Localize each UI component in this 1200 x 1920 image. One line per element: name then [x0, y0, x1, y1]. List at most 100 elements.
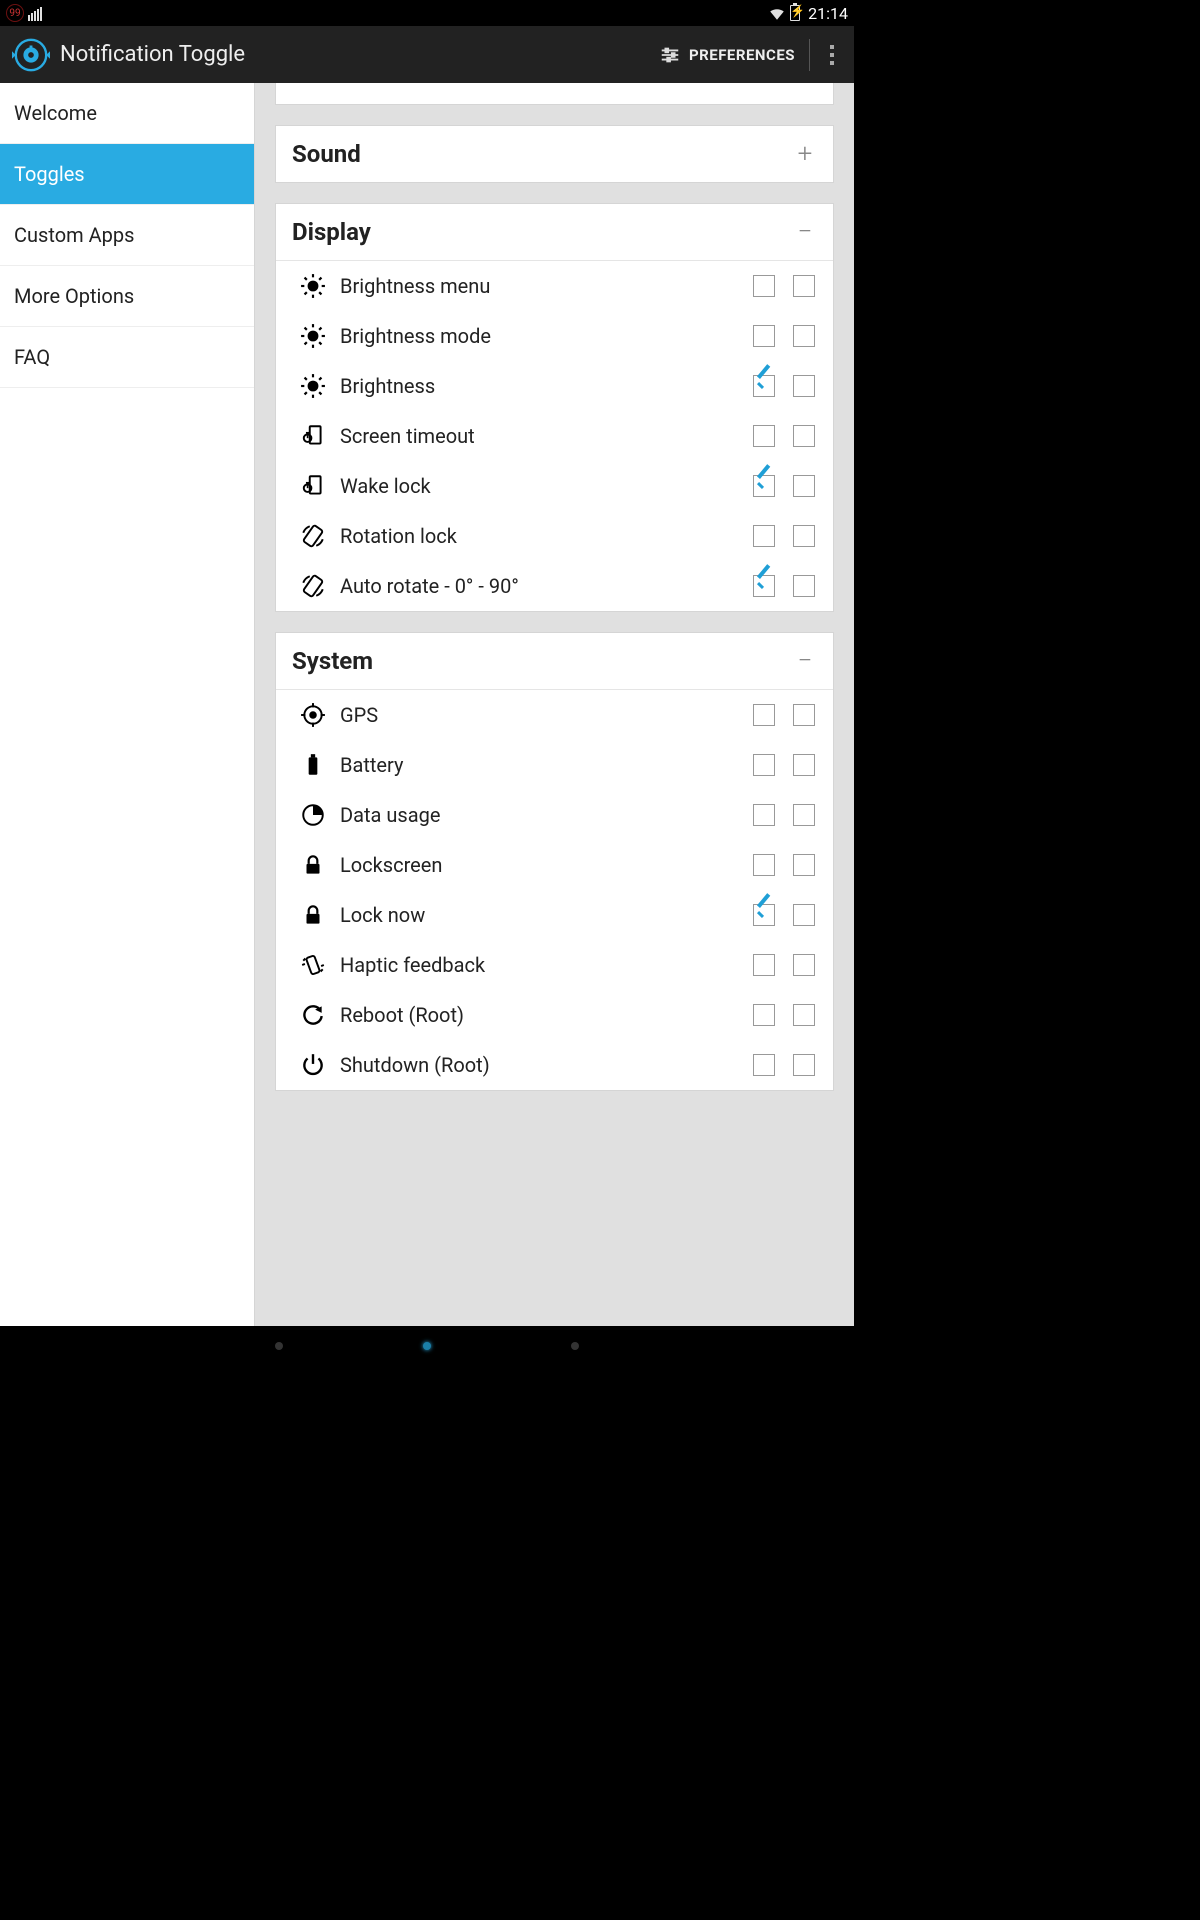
preferences-label: PREFERENCES	[689, 46, 795, 64]
toggle-label: Wake lock	[340, 474, 735, 498]
overflow-menu-button[interactable]	[810, 26, 854, 83]
section-header-display[interactable]: Display−	[276, 204, 833, 261]
battery-charging-icon	[790, 5, 800, 21]
rotate-icon	[298, 571, 328, 601]
sidebar-item-welcome[interactable]: Welcome	[0, 83, 254, 144]
toggle-label: Rotation lock	[340, 524, 735, 548]
nav-recent-button[interactable]	[571, 1342, 579, 1350]
checkbox-secondary[interactable]	[793, 325, 815, 347]
preferences-button[interactable]: PREFERENCES	[645, 26, 809, 83]
nav-back-button[interactable]	[275, 1342, 283, 1350]
toggle-row[interactable]: Brightness menu	[276, 261, 833, 311]
sliders-icon	[659, 44, 681, 66]
card-partial-top	[275, 83, 834, 105]
nav-bar	[0, 1326, 854, 1366]
toggle-row[interactable]: Auto rotate - 0° - 90°	[276, 561, 833, 611]
clock: 21:14	[808, 4, 848, 23]
checkbox-secondary[interactable]	[793, 525, 815, 547]
toggle-row[interactable]: Brightness	[276, 361, 833, 411]
haptic-icon	[298, 950, 328, 980]
toggle-label: Data usage	[340, 803, 735, 827]
toggle-row[interactable]: GPS	[276, 690, 833, 740]
checkbox-primary[interactable]	[753, 704, 775, 726]
toggle-row[interactable]: Screen timeout	[276, 411, 833, 461]
toggle-row[interactable]: Haptic feedback	[276, 940, 833, 990]
checkbox-primary[interactable]	[753, 854, 775, 876]
section-title: System	[292, 647, 793, 675]
checkbox-secondary[interactable]	[793, 475, 815, 497]
lock-icon	[298, 850, 328, 880]
checkbox-secondary[interactable]	[793, 1004, 815, 1026]
status-bar: 99 21:14	[0, 0, 854, 26]
checkbox-secondary[interactable]	[793, 954, 815, 976]
toggle-label: Lock now	[340, 903, 735, 927]
checkbox-primary[interactable]	[753, 1054, 775, 1076]
checkbox-secondary[interactable]	[793, 375, 815, 397]
lock-icon	[298, 900, 328, 930]
toggle-label: Reboot (Root)	[340, 1003, 735, 1027]
timeout-icon	[298, 421, 328, 451]
signal-bars-icon	[28, 5, 44, 21]
toggle-label: Lockscreen	[340, 853, 735, 877]
checkbox-primary[interactable]	[753, 475, 775, 497]
toggle-row[interactable]: Reboot (Root)	[276, 990, 833, 1040]
toggle-row[interactable]: Lockscreen	[276, 840, 833, 890]
timeout-icon	[298, 471, 328, 501]
checkbox-primary[interactable]	[753, 1004, 775, 1026]
checkbox-primary[interactable]	[753, 575, 775, 597]
nav-home-button[interactable]	[423, 1342, 431, 1350]
checkbox-secondary[interactable]	[793, 425, 815, 447]
checkbox-secondary[interactable]	[793, 275, 815, 297]
rotate-icon	[298, 521, 328, 551]
toggle-row[interactable]: Rotation lock	[276, 511, 833, 561]
action-bar: Notification Toggle PREFERENCES	[0, 26, 854, 83]
section-system: System− GPS Battery Data usage Lockscreen Loc…	[275, 632, 834, 1091]
power-icon	[298, 1050, 328, 1080]
section-header-sound[interactable]: Sound+	[276, 126, 833, 182]
toggle-label: Brightness mode	[340, 324, 735, 348]
checkbox-secondary[interactable]	[793, 704, 815, 726]
toggle-label: GPS	[340, 703, 735, 727]
sidebar-item-faq[interactable]: FAQ	[0, 327, 254, 388]
app-icon	[12, 36, 50, 74]
checkbox-secondary[interactable]	[793, 804, 815, 826]
toggle-label: Haptic feedback	[340, 953, 735, 977]
checkbox-primary[interactable]	[753, 325, 775, 347]
checkbox-primary[interactable]	[753, 954, 775, 976]
toggle-row[interactable]: Wake lock	[276, 461, 833, 511]
checkbox-primary[interactable]	[753, 904, 775, 926]
checkbox-primary[interactable]	[753, 375, 775, 397]
toggle-row[interactable]: Brightness mode	[276, 311, 833, 361]
toggle-label: Brightness	[340, 374, 735, 398]
section-header-system[interactable]: System−	[276, 633, 833, 690]
checkbox-secondary[interactable]	[793, 904, 815, 926]
toggle-row[interactable]: Battery	[276, 740, 833, 790]
gps-icon	[298, 700, 328, 730]
checkbox-primary[interactable]	[753, 754, 775, 776]
app-title: Notification Toggle	[60, 42, 645, 67]
checkbox-primary[interactable]	[753, 525, 775, 547]
toggle-label: Brightness menu	[340, 274, 735, 298]
checkbox-secondary[interactable]	[793, 754, 815, 776]
checkbox-primary[interactable]	[753, 804, 775, 826]
toggle-row[interactable]: Lock now	[276, 890, 833, 940]
wifi-icon	[768, 4, 786, 22]
toggle-row[interactable]: Shutdown (Root)	[276, 1040, 833, 1090]
checkbox-secondary[interactable]	[793, 575, 815, 597]
collapse-icon: −	[793, 651, 817, 671]
battery-icon	[298, 750, 328, 780]
sidebar-item-toggles[interactable]: Toggles	[0, 144, 254, 205]
checkbox-secondary[interactable]	[793, 1054, 815, 1076]
section-title: Sound	[292, 140, 793, 168]
overflow-icon	[830, 45, 834, 65]
sidebar-item-custom-apps[interactable]: Custom Apps	[0, 205, 254, 266]
checkbox-primary[interactable]	[753, 275, 775, 297]
checkbox-secondary[interactable]	[793, 854, 815, 876]
checkbox-primary[interactable]	[753, 425, 775, 447]
sidebar-item-more-options[interactable]: More Options	[0, 266, 254, 327]
main-content[interactable]: Sound+ Display− Brightness menu Brightness …	[255, 83, 854, 1326]
reboot-icon	[298, 1000, 328, 1030]
toggle-row[interactable]: Data usage	[276, 790, 833, 840]
data-icon	[298, 800, 328, 830]
section-sound: Sound+	[275, 125, 834, 183]
